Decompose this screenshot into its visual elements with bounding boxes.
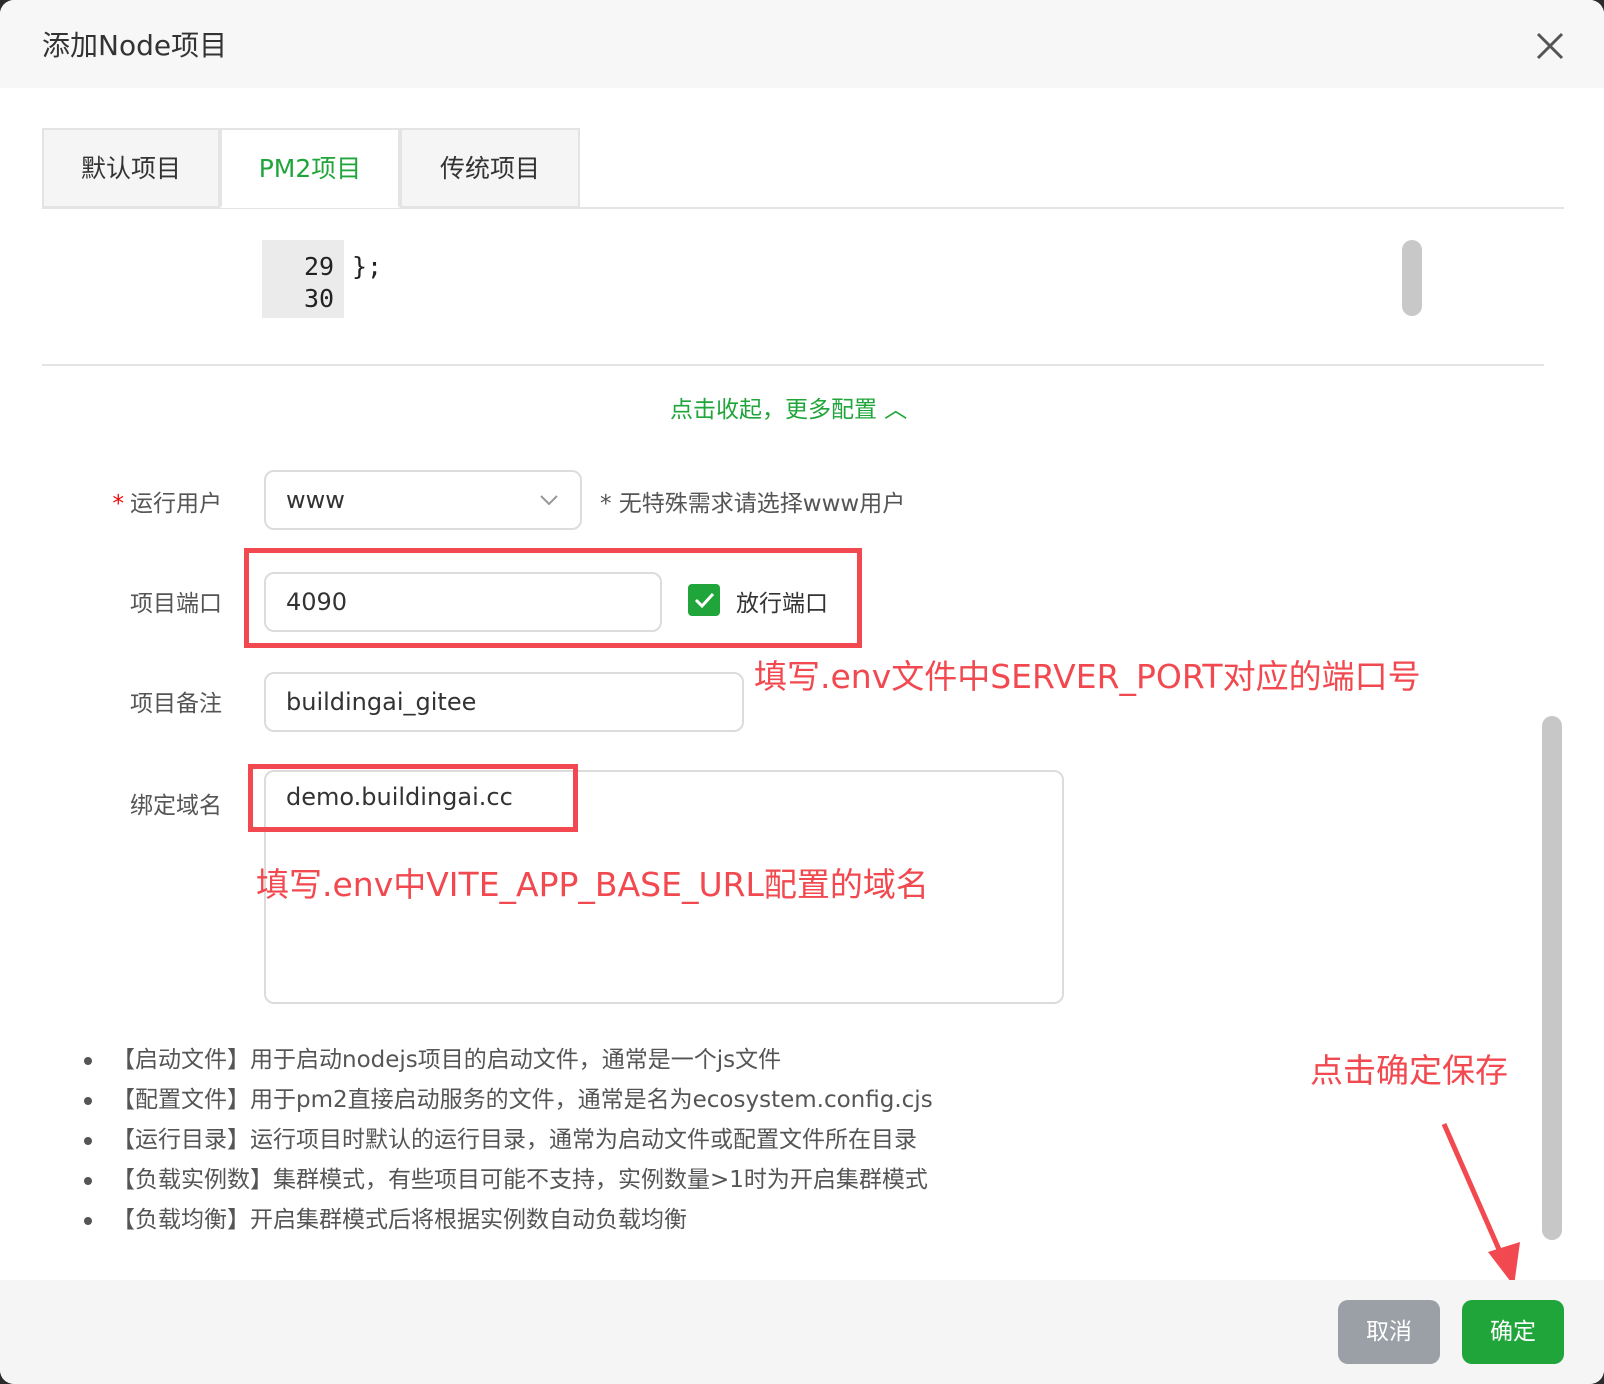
confirm-annotation: 点击确定保存: [1310, 1051, 1508, 1090]
tab-pm2-project[interactable]: PM2项目: [220, 128, 400, 208]
domain-annotation: 填写.env中VITE_APP_BASE_URL配置的域名: [256, 865, 929, 904]
domain-highlight-box: [248, 764, 578, 832]
dialog-header: 添加Node项目: [0, 0, 1604, 88]
code-scrollbar[interactable]: [1402, 240, 1422, 316]
run-user-select[interactable]: www: [264, 470, 582, 530]
code-text: };: [352, 252, 383, 281]
line-number: 30: [304, 284, 335, 313]
section-divider: [42, 364, 1544, 366]
run-user-label: * 运行用户: [62, 484, 223, 518]
list-item: 【配置文件】用于pm2直接启动服务的文件，通常是名为ecosystem.conf…: [82, 1080, 933, 1120]
help-tips-list: 【启动文件】用于启动nodejs项目的启动文件，通常是一个js文件 【配置文件】…: [82, 1040, 933, 1240]
close-icon[interactable]: [1532, 28, 1568, 64]
list-item: 【负载均衡】开启集群模式后将根据实例数自动负载均衡: [82, 1200, 933, 1240]
line-number: 29: [304, 252, 335, 281]
dialog-scrollbar[interactable]: [1542, 716, 1562, 1240]
run-user-label-text: 运行用户: [130, 491, 222, 517]
bind-domain-label: 绑定域名: [130, 793, 222, 819]
tab-traditional-project[interactable]: 传统项目: [400, 128, 580, 208]
project-port-label: 项目端口: [130, 591, 222, 617]
red-arrow-icon: [1441, 1122, 1520, 1286]
run-user-hint: * 无特殊需求请选择www用户: [600, 491, 906, 517]
add-node-project-dialog: 添加Node项目 默认项目 PM2项目 传统项目 29 }; 30 点击收起，更…: [0, 0, 1604, 1384]
chevron-down-icon: [540, 495, 558, 506]
project-remark-label: 项目备注: [130, 691, 222, 717]
run-user-value: www: [286, 486, 345, 514]
list-item: 【负载实例数】集群模式，有些项目可能不支持，实例数量>1时为开启集群模式: [82, 1160, 933, 1200]
tab-default-project[interactable]: 默认项目: [42, 128, 220, 208]
required-mark: *: [112, 491, 125, 517]
confirm-button[interactable]: 确定: [1462, 1300, 1564, 1364]
list-item: 【启动文件】用于启动nodejs项目的启动文件，通常是一个js文件: [82, 1040, 933, 1080]
code-editor[interactable]: 29 }; 30: [262, 240, 1422, 318]
cancel-button[interactable]: 取消: [1338, 1300, 1440, 1364]
port-highlight-box: [244, 548, 862, 648]
port-annotation: 填写.env文件中SERVER_PORT对应的端口号: [754, 657, 1421, 696]
list-item: 【运行目录】运行项目时默认的运行目录，通常为启动文件或配置文件所在目录: [82, 1120, 933, 1160]
project-remark-input[interactable]: buildingai_gitee: [264, 672, 744, 732]
collapse-more-config-link[interactable]: 点击收起，更多配置 ︿: [670, 390, 907, 424]
dialog-title: 添加Node项目: [42, 29, 228, 62]
